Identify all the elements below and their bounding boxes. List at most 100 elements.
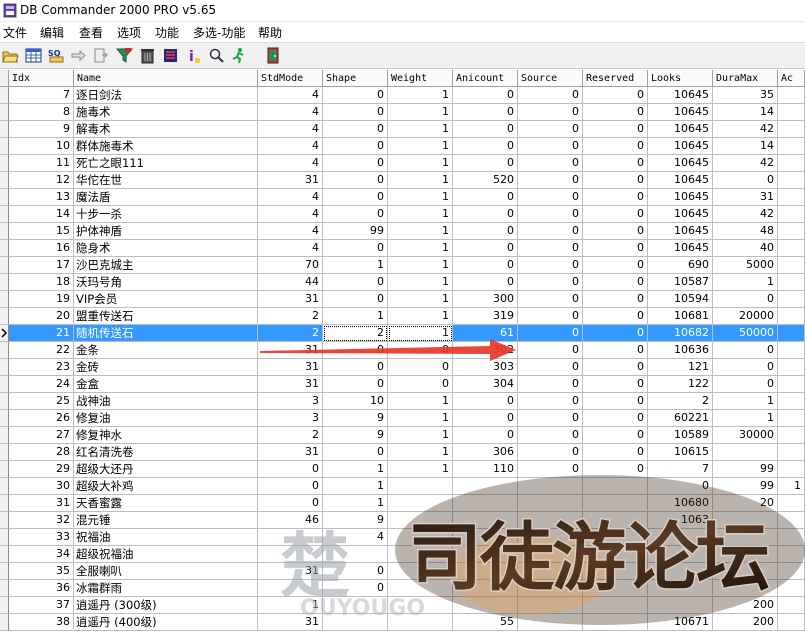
cell-duramax[interactable]: 5000 bbox=[713, 257, 778, 274]
cell-reserved[interactable]: 0 bbox=[583, 257, 648, 274]
cell-shape[interactable]: 0 bbox=[323, 138, 388, 155]
cell-weight[interactable]: 1 bbox=[388, 223, 453, 240]
cell-ac[interactable] bbox=[778, 342, 805, 359]
cell-name[interactable]: 群体施毒术 bbox=[74, 138, 258, 155]
cell-duramax[interactable]: 1 bbox=[713, 410, 778, 427]
cell-name[interactable]: 解毒术 bbox=[74, 121, 258, 138]
cell-weight[interactable]: 1 bbox=[388, 206, 453, 223]
cell-duramax[interactable]: 42 bbox=[713, 206, 778, 223]
cell-weight[interactable]: 1 bbox=[388, 155, 453, 172]
cell-looks[interactable]: 10645 bbox=[648, 240, 713, 257]
cell-name[interactable]: 修复油 bbox=[74, 410, 258, 427]
row-indicator[interactable] bbox=[0, 427, 9, 444]
cell-ac[interactable] bbox=[778, 223, 805, 240]
cell-duramax[interactable]: 35 bbox=[713, 87, 778, 104]
cell-reserved[interactable]: 0 bbox=[583, 325, 648, 342]
sql-query-icon[interactable]: SQ bbox=[48, 47, 65, 64]
cell-idx[interactable]: 21 bbox=[9, 325, 74, 342]
cell-stdmode[interactable]: 31 bbox=[258, 376, 323, 393]
cell-looks[interactable]: 10645 bbox=[648, 104, 713, 121]
cell-ac[interactable] bbox=[778, 87, 805, 104]
exit-door-icon[interactable] bbox=[265, 47, 282, 64]
cell-shape[interactable]: 9 bbox=[323, 410, 388, 427]
cell-looks[interactable]: 10587 bbox=[648, 274, 713, 291]
row-indicator[interactable] bbox=[0, 614, 9, 631]
menu-multiselect-functions[interactable]: 多选-功能 bbox=[193, 24, 245, 41]
cell-stdmode[interactable]: 2 bbox=[258, 308, 323, 325]
cell-stdmode[interactable]: 3 bbox=[258, 393, 323, 410]
cell-reserved[interactable]: 0 bbox=[583, 206, 648, 223]
cell-anicount[interactable]: 0 bbox=[453, 274, 518, 291]
menu-file[interactable]: 文件 bbox=[3, 24, 27, 41]
cell-ac[interactable] bbox=[778, 121, 805, 138]
cell-stdmode[interactable]: 4 bbox=[258, 206, 323, 223]
cell-anicount[interactable]: 0 bbox=[453, 104, 518, 121]
cell-stdmode[interactable]: 4 bbox=[258, 223, 323, 240]
cell-duramax[interactable]: 42 bbox=[713, 121, 778, 138]
cell-name[interactable]: 天香蜜露 bbox=[74, 495, 258, 512]
row-indicator[interactable] bbox=[0, 257, 9, 274]
column-header-reserved[interactable]: Reserved bbox=[583, 70, 648, 87]
cell-idx[interactable]: 18 bbox=[9, 274, 74, 291]
cell-stdmode[interactable]: 4 bbox=[258, 104, 323, 121]
row-indicator[interactable] bbox=[0, 291, 9, 308]
row-indicator[interactable] bbox=[0, 444, 9, 461]
cell-reserved[interactable]: 0 bbox=[583, 342, 648, 359]
cell-name[interactable]: 沃玛号角 bbox=[74, 274, 258, 291]
cell-reserved[interactable]: 0 bbox=[583, 155, 648, 172]
table-row[interactable]: 9 解毒术 4 0 1 0 0 0 10645 42 bbox=[0, 121, 805, 138]
cell-duramax[interactable]: 30000 bbox=[713, 427, 778, 444]
cell-ac[interactable] bbox=[778, 393, 805, 410]
cell-ac[interactable] bbox=[778, 172, 805, 189]
cell-weight[interactable]: 1 bbox=[388, 240, 453, 257]
cell-idx[interactable]: 23 bbox=[9, 359, 74, 376]
cell-duramax[interactable]: 31 bbox=[713, 189, 778, 206]
cell-looks[interactable]: 121 bbox=[648, 359, 713, 376]
cell-ac[interactable] bbox=[778, 240, 805, 257]
cell-name[interactable]: 逍遥丹 (300级) bbox=[74, 597, 258, 614]
cell-source[interactable]: 0 bbox=[518, 308, 583, 325]
table-grid-icon[interactable] bbox=[25, 47, 42, 64]
cell-shape[interactable]: 0 bbox=[323, 172, 388, 189]
cell-shape[interactable]: 0 bbox=[323, 206, 388, 223]
row-indicator[interactable] bbox=[0, 478, 9, 495]
cell-anicount[interactable]: 304 bbox=[453, 376, 518, 393]
cell-reserved[interactable]: 0 bbox=[583, 274, 648, 291]
table-row[interactable]: 12 华佗在世 31 0 1 520 0 0 10645 0 bbox=[0, 172, 805, 189]
cell-looks[interactable]: 60221 bbox=[648, 410, 713, 427]
cell-reserved[interactable]: 0 bbox=[583, 359, 648, 376]
cell-duramax[interactable]: 14 bbox=[713, 138, 778, 155]
cell-looks[interactable]: 10645 bbox=[648, 87, 713, 104]
cell-reserved[interactable]: 0 bbox=[583, 189, 648, 206]
table-row[interactable]: 10 群体施毒术 4 0 1 0 0 0 10645 14 bbox=[0, 138, 805, 155]
cell-duramax[interactable]: 1 bbox=[713, 274, 778, 291]
cell-anicount[interactable]: 0 bbox=[453, 223, 518, 240]
cell-reserved[interactable]: 0 bbox=[583, 172, 648, 189]
cell-reserved[interactable]: 0 bbox=[583, 291, 648, 308]
column-header-stdmode[interactable]: StdMode bbox=[258, 70, 323, 87]
cell-looks[interactable]: 10645 bbox=[648, 138, 713, 155]
cell-looks[interactable]: 10681 bbox=[648, 308, 713, 325]
cell-idx[interactable]: 20 bbox=[9, 308, 74, 325]
cell-source[interactable]: 0 bbox=[518, 172, 583, 189]
column-header-shape[interactable]: Shape bbox=[323, 70, 388, 87]
cell-idx[interactable]: 35 bbox=[9, 563, 74, 580]
cell-name[interactable]: 随机传送石 bbox=[74, 325, 258, 342]
cell-weight[interactable]: 1 bbox=[388, 87, 453, 104]
cell-shape[interactable]: 1 bbox=[323, 308, 388, 325]
cell-anicount[interactable]: 0 bbox=[453, 87, 518, 104]
column-letter-icon[interactable]: i bbox=[185, 47, 202, 64]
column-header-source[interactable]: Source bbox=[518, 70, 583, 87]
cell-source[interactable]: 0 bbox=[518, 393, 583, 410]
cell-duramax[interactable]: 0 bbox=[713, 342, 778, 359]
cell-shape[interactable]: 10 bbox=[323, 393, 388, 410]
cell-name[interactable]: 金条 bbox=[74, 342, 258, 359]
arrow-right-icon[interactable] bbox=[70, 47, 87, 64]
cell-weight[interactable]: 1 bbox=[388, 121, 453, 138]
cell-idx[interactable]: 26 bbox=[9, 410, 74, 427]
menu-options[interactable]: 选项 bbox=[117, 24, 141, 41]
cell-shape[interactable]: 9 bbox=[323, 427, 388, 444]
filter-funnel-icon[interactable] bbox=[116, 47, 133, 64]
cell-source[interactable]: 0 bbox=[518, 291, 583, 308]
cell-source[interactable]: 0 bbox=[518, 427, 583, 444]
